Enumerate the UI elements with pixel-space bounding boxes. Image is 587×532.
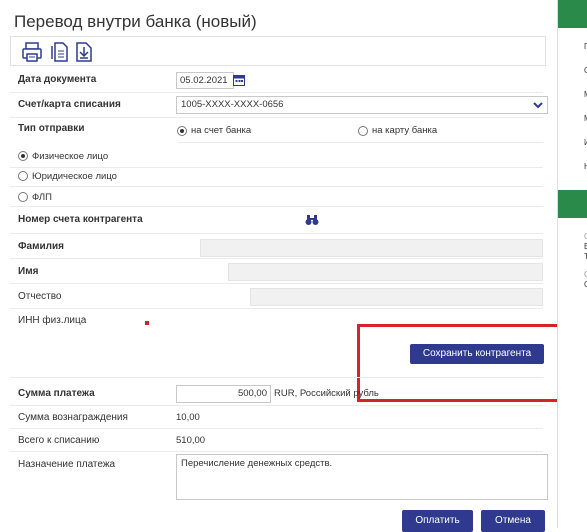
radio-to-bank-card[interactable] <box>358 126 368 136</box>
download-icon[interactable] <box>73 41 95 63</box>
calendar-icon[interactable] <box>232 73 246 87</box>
chevron-down-icon <box>533 102 543 109</box>
purpose-textarea[interactable]: Перечисление денежных средств. <box>176 454 548 500</box>
surname-input[interactable] <box>200 239 543 257</box>
divider <box>10 206 543 207</box>
divider <box>10 258 543 259</box>
surname-label: Фамилия <box>18 241 64 252</box>
divider <box>10 405 543 406</box>
send-type-label: Тип отправки <box>18 123 85 134</box>
divider <box>10 283 543 284</box>
fee-value: 10,00 <box>176 412 200 423</box>
doc-date-label: Дата документа <box>18 74 97 85</box>
amount-label: Сумма платежа <box>18 388 95 399</box>
cancel-button[interactable]: Отмена <box>481 510 545 532</box>
patronymic-label: Отчество <box>18 291 62 302</box>
radio-to-bank-card-label: на карту банка <box>372 125 438 136</box>
side-panel-header-2 <box>558 190 587 218</box>
patronymic-input[interactable] <box>250 288 543 306</box>
radio-legal-entity[interactable] <box>18 171 28 181</box>
printer-icon[interactable] <box>21 41 43 63</box>
name-input[interactable] <box>228 263 543 281</box>
doc-date-input[interactable]: 05.02.2021 <box>176 72 234 89</box>
side-panel-header <box>558 0 587 28</box>
account-select[interactable]: 1005-XXXX-XXXX-0656 <box>176 96 548 114</box>
divider <box>10 451 543 452</box>
radio-legal-entity-label: Юридическое лицо <box>32 171 117 182</box>
purpose-label: Назначение платежа <box>18 459 116 470</box>
required-marker <box>145 321 149 325</box>
pay-button[interactable]: Оплатить <box>402 510 473 532</box>
amount-input[interactable]: 500,00 <box>176 385 271 403</box>
divider <box>10 117 543 118</box>
page-title: Перевод внутри банка (новый) <box>14 12 257 31</box>
divider <box>10 167 543 168</box>
account-select-value: 1005-XXXX-XXXX-0656 <box>181 99 284 110</box>
counterparty-account-input[interactable] <box>176 210 298 228</box>
radio-flp-label: ФЛП <box>32 192 52 203</box>
name-label: Имя <box>18 266 39 277</box>
divider <box>10 377 543 378</box>
account-label: Счет/карта списания <box>18 99 121 110</box>
total-label: Всего к списанию <box>18 435 100 446</box>
radio-individual[interactable] <box>18 151 28 161</box>
binoculars-icon[interactable] <box>305 213 319 225</box>
fee-label: Сумма вознаграждения <box>18 412 128 423</box>
divider <box>10 428 543 429</box>
divider <box>10 308 543 309</box>
document-icon[interactable] <box>49 41 71 63</box>
divider <box>178 142 543 143</box>
divider <box>10 233 543 234</box>
total-value: 510,00 <box>176 435 206 446</box>
radio-flp[interactable] <box>18 192 28 202</box>
inn-label: ИНН физ.лица <box>18 315 87 326</box>
radio-to-bank-account[interactable] <box>177 126 187 136</box>
side-panel <box>557 0 587 528</box>
save-counterparty-button[interactable]: Сохранить контрагента <box>410 344 544 364</box>
toolbar <box>10 36 546 66</box>
radio-individual-label: Физическое лицо <box>32 151 109 162</box>
divider <box>10 92 543 93</box>
counterparty-account-label: Номер счета контрагента <box>18 214 143 225</box>
divider <box>10 186 543 187</box>
radio-to-bank-account-label: на счет банка <box>191 125 252 136</box>
currency-text: RUR, Российский рубль <box>274 388 379 399</box>
